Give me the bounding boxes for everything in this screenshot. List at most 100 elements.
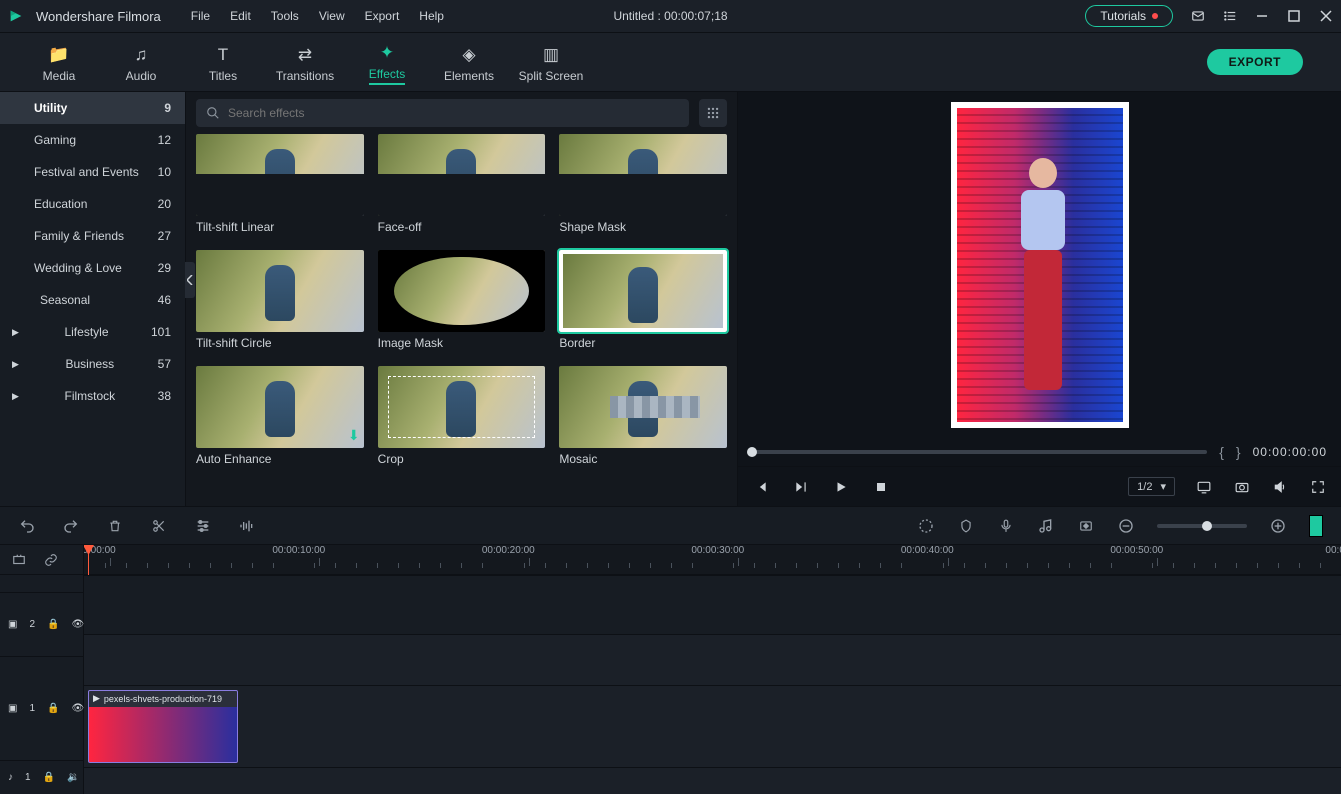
category-utility[interactable]: Utility9 bbox=[0, 92, 185, 124]
mark-in-icon[interactable]: { bbox=[1219, 444, 1224, 460]
tab-split-screen[interactable]: ▥Split Screen bbox=[510, 41, 592, 83]
messages-icon[interactable] bbox=[1191, 9, 1205, 23]
video-clip[interactable]: ▶pexels-shvets-production-719 fx bbox=[88, 690, 238, 763]
render-icon[interactable] bbox=[917, 517, 935, 535]
clip-name: pexels-shvets-production-719 bbox=[104, 694, 222, 704]
collapse-sidebar-icon[interactable] bbox=[185, 262, 195, 298]
search-input-wrapper[interactable] bbox=[196, 99, 689, 127]
delete-icon[interactable] bbox=[106, 517, 124, 535]
minimize-icon[interactable] bbox=[1255, 9, 1269, 23]
category-count: 9 bbox=[164, 101, 171, 115]
timeline-tracks-area[interactable]: 00:00:00:0000:00:10:0000:00:20:0000:00:3… bbox=[84, 545, 1341, 794]
undo-icon[interactable] bbox=[18, 517, 36, 535]
tab-elements[interactable]: ◈Elements bbox=[428, 41, 510, 83]
lock-icon[interactable]: 🔒 bbox=[43, 772, 55, 783]
effect-mosaic[interactable]: Mosaic bbox=[559, 366, 727, 472]
effect-image-mask[interactable]: Image Mask bbox=[378, 250, 546, 356]
effect-crop[interactable]: Crop bbox=[378, 366, 546, 472]
category-count: 46 bbox=[158, 293, 171, 307]
track-header-v1[interactable]: ▣1 🔒 👁 bbox=[0, 656, 83, 760]
track-v2[interactable] bbox=[84, 634, 1341, 685]
menu-edit[interactable]: Edit bbox=[230, 9, 251, 23]
export-button[interactable]: EXPORT bbox=[1207, 49, 1303, 75]
tab-transitions[interactable]: ⇄Transitions bbox=[264, 41, 346, 83]
tab-effects[interactable]: ✦Effects bbox=[346, 39, 428, 85]
mute-icon[interactable]: 🔉 bbox=[67, 772, 79, 783]
tab-titles[interactable]: TTitles bbox=[182, 41, 264, 83]
fullscreen-icon[interactable] bbox=[1309, 478, 1327, 496]
maximize-icon[interactable] bbox=[1287, 9, 1301, 23]
split-icon[interactable] bbox=[150, 517, 168, 535]
preview-quality-select[interactable]: 1/2▾ bbox=[1128, 477, 1175, 496]
timeline-track-headers: ▣2 🔒 👁 ▣1 🔒 👁 ♪1 🔒 🔉 bbox=[0, 545, 84, 794]
preview-canvas[interactable] bbox=[738, 92, 1341, 438]
search-input[interactable] bbox=[228, 106, 679, 120]
category-label: Filmstock bbox=[64, 389, 115, 403]
category-label: Lifestyle bbox=[64, 325, 108, 339]
keyframe-icon[interactable] bbox=[1077, 517, 1095, 535]
track-a1[interactable] bbox=[84, 767, 1341, 794]
category-seasonal[interactable]: Seasonal46 bbox=[0, 284, 185, 316]
audio-meter-icon[interactable] bbox=[1309, 515, 1323, 537]
fit-timeline-icon[interactable] bbox=[10, 551, 28, 569]
ruler-tick: 00:00:30:00 bbox=[713, 545, 766, 574]
display-icon[interactable] bbox=[1195, 478, 1213, 496]
volume-icon[interactable] bbox=[1271, 478, 1289, 496]
tab-media[interactable]: 📁Media bbox=[18, 41, 100, 83]
track-v1[interactable]: ▶pexels-shvets-production-719 fx bbox=[84, 685, 1341, 767]
track-header-v2[interactable]: ▣2 🔒 👁 bbox=[0, 592, 83, 656]
category-education[interactable]: Education20 bbox=[0, 188, 185, 220]
eye-icon[interactable]: 👁 bbox=[71, 619, 84, 630]
prev-frame-icon[interactable] bbox=[752, 478, 770, 496]
zoom-out-icon[interactable] bbox=[1117, 517, 1135, 535]
effect-face-off[interactable]: Face-off bbox=[378, 134, 546, 240]
effects-panel: ⬇Tilt-shift LinearFace-off⬇Shape Mask Til… bbox=[186, 92, 738, 506]
menu-help[interactable]: Help bbox=[419, 9, 444, 23]
track-header-a1[interactable]: ♪1 🔒 🔉 bbox=[0, 760, 83, 794]
effect-tilt-shift-linear[interactable]: ⬇Tilt-shift Linear bbox=[196, 134, 364, 240]
stop-icon[interactable] bbox=[872, 478, 890, 496]
audio-wave-icon[interactable] bbox=[238, 517, 256, 535]
close-icon[interactable] bbox=[1319, 9, 1333, 23]
redo-icon[interactable] bbox=[62, 517, 80, 535]
category-wedding-love[interactable]: Wedding & Love29 bbox=[0, 252, 185, 284]
eye-icon[interactable]: 👁 bbox=[71, 703, 84, 714]
snapshot-icon[interactable] bbox=[1233, 478, 1251, 496]
play-icon[interactable] bbox=[832, 478, 850, 496]
link-icon[interactable] bbox=[42, 551, 60, 569]
effect-shape-mask[interactable]: ⬇Shape Mask bbox=[559, 134, 727, 240]
ruler-tick: 00:00:20:00 bbox=[503, 545, 556, 574]
mark-out-icon[interactable]: } bbox=[1236, 444, 1241, 460]
ruler-tick: 00:00:10:00 bbox=[294, 545, 347, 574]
tutorials-button[interactable]: Tutorials bbox=[1085, 5, 1173, 27]
voiceover-icon[interactable] bbox=[997, 517, 1015, 535]
tab-audio[interactable]: ♫Audio bbox=[100, 41, 182, 83]
menu-file[interactable]: File bbox=[191, 9, 210, 23]
adjust-icon[interactable] bbox=[194, 517, 212, 535]
category-family-friends[interactable]: Family & Friends27 bbox=[0, 220, 185, 252]
menu-export[interactable]: Export bbox=[365, 9, 400, 23]
category-business[interactable]: ▶Business57 bbox=[0, 348, 185, 380]
effect-border[interactable]: Border bbox=[559, 250, 727, 356]
audio-mixer-icon[interactable] bbox=[1037, 517, 1055, 535]
zoom-slider[interactable] bbox=[1157, 524, 1247, 528]
category-gaming[interactable]: Gaming12 bbox=[0, 124, 185, 156]
timeline-ruler[interactable]: 00:00:00:0000:00:10:0000:00:20:0000:00:3… bbox=[84, 545, 1341, 575]
task-list-icon[interactable] bbox=[1223, 9, 1237, 23]
step-forward-icon[interactable] bbox=[792, 478, 810, 496]
lock-icon[interactable]: 🔒 bbox=[47, 619, 59, 630]
category-label: Gaming bbox=[34, 133, 76, 147]
zoom-in-icon[interactable] bbox=[1269, 517, 1287, 535]
category-filmstock[interactable]: ▶Filmstock38 bbox=[0, 380, 185, 412]
preview-seek-slider[interactable] bbox=[752, 450, 1207, 454]
lock-icon[interactable]: 🔒 bbox=[47, 703, 59, 714]
menu-tools[interactable]: Tools bbox=[271, 9, 299, 23]
category-festival-and-events[interactable]: Festival and Events10 bbox=[0, 156, 185, 188]
menu-view[interactable]: View bbox=[319, 9, 345, 23]
marker-icon[interactable] bbox=[957, 517, 975, 535]
category-lifestyle[interactable]: ▶Lifestyle101 bbox=[0, 316, 185, 348]
effect-tilt-shift-circle[interactable]: Tilt-shift Circle bbox=[196, 250, 364, 356]
effect-auto-enhance[interactable]: ⬇Auto Enhance bbox=[196, 366, 364, 472]
grid-view-toggle[interactable] bbox=[699, 99, 727, 127]
notification-dot-icon bbox=[1152, 13, 1158, 19]
